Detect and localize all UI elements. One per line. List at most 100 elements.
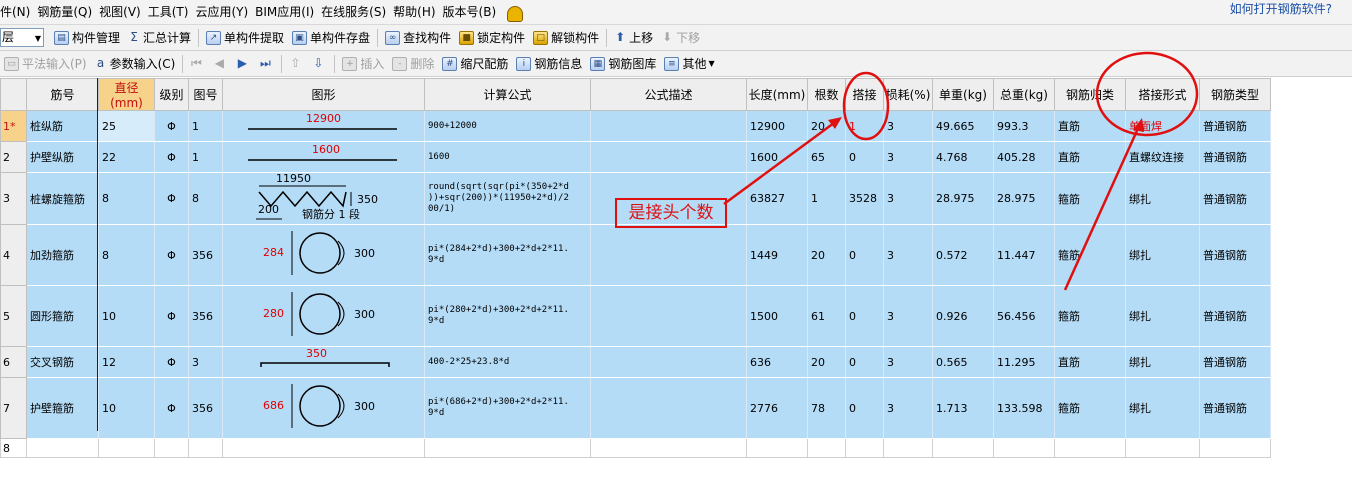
header-lap[interactable]: 搭接 (845, 78, 884, 111)
lap-type-cell[interactable]: 绑扎 (1125, 346, 1200, 378)
header-formula[interactable]: 计算公式 (424, 78, 591, 111)
menu-rebar-quantity[interactable]: 钢筋量(Q) (37, 0, 99, 24)
menu-cloud[interactable]: 云应用(Y) (195, 0, 255, 24)
insert-button[interactable]: + 插入 (338, 53, 388, 75)
scale-rebar-button[interactable]: # 缩尺配筋 (438, 53, 512, 75)
unit-weight-cell[interactable]: 0.565 (932, 346, 994, 378)
loss-cell[interactable]: 3 (883, 224, 933, 286)
shape-cell[interactable]: 350 (222, 346, 425, 378)
loss-cell[interactable]: 3 (883, 377, 933, 439)
empty-cell[interactable] (188, 438, 223, 458)
total-weight-cell[interactable]: 28.975 (993, 172, 1055, 225)
bar-name-cell[interactable]: 护壁纵筋 (26, 141, 99, 173)
bar-name-cell[interactable]: 桩螺旋箍筋 (26, 172, 99, 225)
header-total-weight[interactable]: 总重(kg) (993, 78, 1055, 111)
last-record-button[interactable]: ⏭ (255, 53, 278, 75)
category-cell[interactable]: 箍筋 (1054, 224, 1126, 286)
category-cell[interactable]: 箍筋 (1054, 285, 1126, 347)
category-cell[interactable]: 直筋 (1054, 110, 1126, 142)
lap-type-cell[interactable]: 直螺纹连接 (1125, 141, 1200, 173)
grade-cell[interactable]: Φ (154, 346, 189, 378)
formula-cell[interactable]: round(sqrt(sqr(pi*(350+2*d ))+sqr(200))*… (424, 172, 591, 225)
grade-cell[interactable]: Φ (154, 224, 189, 286)
table-row[interactable]: 2 护壁纵筋 22 Φ 1 1600 1600 1600 65 0 3 4.76… (0, 141, 1271, 173)
count-cell[interactable]: 61 (807, 285, 846, 347)
formula-desc-cell[interactable] (590, 110, 747, 142)
row-number[interactable]: 5 (0, 285, 27, 347)
length-cell[interactable]: 1449 (746, 224, 808, 286)
bar-name-cell[interactable]: 护壁箍筋 (26, 377, 99, 439)
empty-cell[interactable] (993, 438, 1055, 458)
formula-desc-cell[interactable] (590, 141, 747, 173)
empty-cell[interactable] (590, 438, 747, 458)
loss-cell[interactable]: 3 (883, 285, 933, 347)
lap-cell[interactable]: 1 (845, 110, 884, 142)
formula-cell[interactable]: pi*(284+2*d)+300+2*d+2*11. 9*d (424, 224, 591, 286)
row-number[interactable]: 1* (0, 110, 27, 142)
diameter-cell[interactable]: 25 (98, 110, 155, 142)
shape-cell[interactable]: 11950 350 200 钢筋分 1 段 (222, 172, 425, 225)
formula-cell[interactable]: 900+12000 (424, 110, 591, 142)
loss-cell[interactable]: 3 (883, 346, 933, 378)
length-cell[interactable]: 2776 (746, 377, 808, 439)
empty-cell[interactable] (98, 438, 155, 458)
total-weight-cell[interactable]: 993.3 (993, 110, 1055, 142)
table-row-empty[interactable]: 8 (0, 438, 1271, 458)
helmet-icon[interactable] (507, 6, 524, 22)
first-record-button[interactable]: ⏮ (186, 53, 209, 75)
rebar-type-cell[interactable]: 普通钢筋 (1199, 141, 1271, 173)
lap-type-cell[interactable]: 绑扎 (1125, 172, 1200, 225)
bar-name-cell[interactable]: 加劲箍筋 (26, 224, 99, 286)
length-cell[interactable]: 12900 (746, 110, 808, 142)
loss-cell[interactable]: 3 (883, 141, 933, 173)
row-number[interactable]: 7 (0, 377, 27, 439)
figure-no-cell[interactable]: 1 (188, 110, 223, 142)
menu-help[interactable]: 帮助(H) (393, 0, 442, 24)
row-number[interactable]: 8 (0, 438, 27, 458)
unit-weight-cell[interactable]: 0.572 (932, 224, 994, 286)
header-category[interactable]: 钢筋归类 (1054, 78, 1126, 111)
empty-cell[interactable] (154, 438, 189, 458)
row-number[interactable]: 4 (0, 224, 27, 286)
other-menu-button[interactable]: ≡ 其他 ▼ (660, 53, 718, 75)
table-row[interactable]: 4 加劲箍筋 8 Φ 356 284 300 pi*(284+2*d)+300+… (0, 224, 1271, 286)
rebar-type-cell[interactable]: 普通钢筋 (1199, 285, 1271, 347)
total-weight-cell[interactable]: 56.456 (993, 285, 1055, 347)
grade-cell[interactable]: Φ (154, 141, 189, 173)
diameter-cell[interactable]: 12 (98, 346, 155, 378)
figure-no-cell[interactable]: 8 (188, 172, 223, 225)
prev-record-button[interactable]: ◀ (209, 53, 232, 75)
menu-bim[interactable]: BIM应用(I) (255, 0, 321, 24)
header-grade[interactable]: 级别 (154, 78, 189, 111)
diameter-cell[interactable]: 8 (98, 172, 155, 225)
empty-cell[interactable] (883, 438, 933, 458)
row-number[interactable]: 3 (0, 172, 27, 225)
diameter-cell[interactable]: 8 (98, 224, 155, 286)
help-link[interactable]: 如何打开钢筋软件? (1230, 0, 1332, 20)
empty-cell[interactable] (746, 438, 808, 458)
summary-calc-button[interactable]: Σ 汇总计算 (124, 27, 195, 49)
count-cell[interactable]: 65 (807, 141, 846, 173)
unit-weight-cell[interactable]: 49.665 (932, 110, 994, 142)
formula-cell[interactable]: pi*(280+2*d)+300+2*d+2*11. 9*d (424, 285, 591, 347)
menu-online-service[interactable]: 在线服务(S) (321, 0, 393, 24)
total-weight-cell[interactable]: 11.447 (993, 224, 1055, 286)
rebar-type-cell[interactable]: 普通钢筋 (1199, 110, 1271, 142)
grade-cell[interactable]: Φ (154, 172, 189, 225)
menu-view[interactable]: 视图(V) (99, 0, 148, 24)
empty-cell[interactable] (1125, 438, 1200, 458)
category-cell[interactable]: 直筋 (1054, 346, 1126, 378)
shape-cell[interactable]: 280 300 (222, 285, 425, 347)
figure-no-cell[interactable]: 356 (188, 285, 223, 347)
row-number[interactable]: 6 (0, 346, 27, 378)
unit-weight-cell[interactable]: 4.768 (932, 141, 994, 173)
formula-desc-cell[interactable] (590, 377, 747, 439)
header-row-number[interactable] (0, 78, 27, 111)
next-record-button[interactable]: ▶ (232, 53, 255, 75)
figure-no-cell[interactable]: 356 (188, 224, 223, 286)
empty-cell[interactable] (1199, 438, 1271, 458)
param-input-button[interactable]: a 参数输入(C) (91, 53, 180, 75)
floor-select[interactable]: 层 ▼ (0, 28, 44, 47)
length-cell[interactable]: 1500 (746, 285, 808, 347)
unit-weight-cell[interactable]: 0.926 (932, 285, 994, 347)
